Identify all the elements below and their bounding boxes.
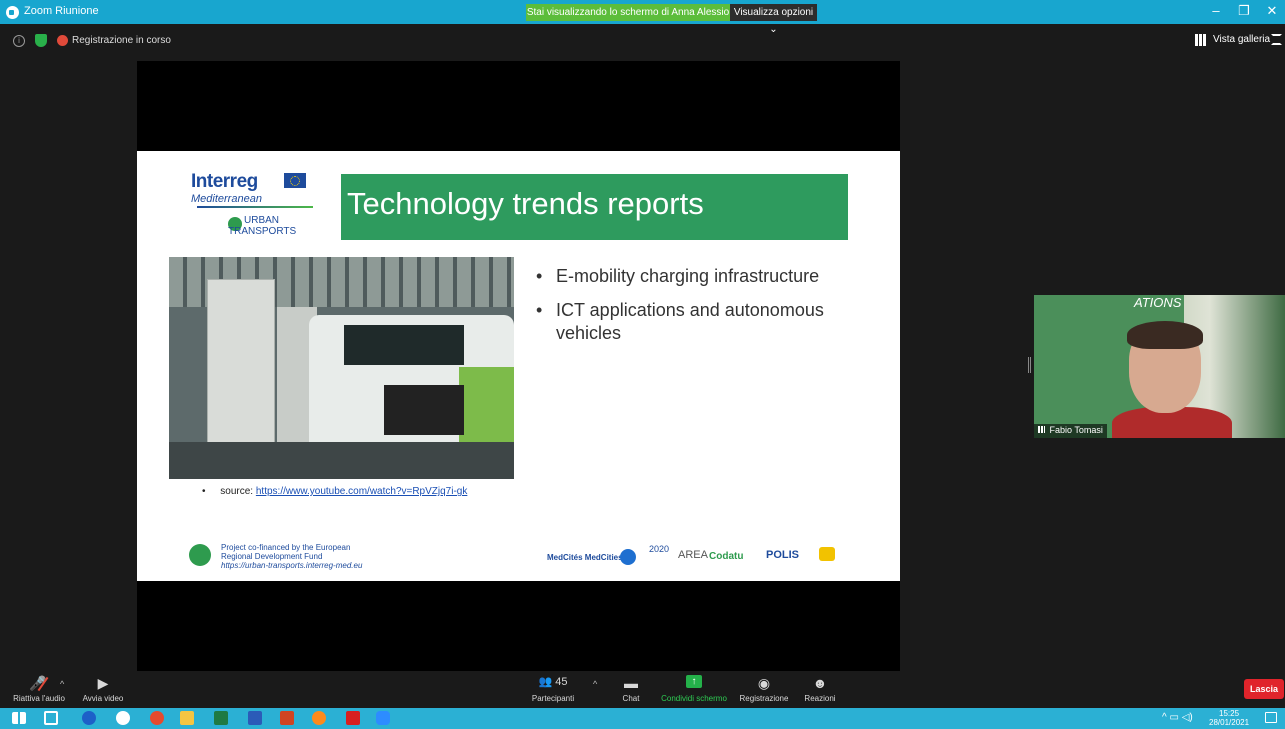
participant-name: Fabio Tomasi (1049, 425, 1103, 435)
partner-logos: MedCités MedCities 2020 AREA Codatu POLI… (547, 544, 847, 570)
polis-logo: POLIS (766, 549, 800, 561)
background-poster-text: ATIONS (1134, 295, 1182, 310)
browser-icon[interactable] (116, 711, 130, 725)
acrobat-icon[interactable] (346, 711, 360, 725)
zoom-meeting-window: Zoom Riunione Stai visualizzando lo sche… (0, 0, 1285, 729)
participant-video-tile[interactable]: ATIONS Fabio Tomasi (1034, 295, 1285, 438)
recording-dot-icon (57, 35, 68, 46)
zoom-taskbar-icon[interactable] (376, 711, 390, 725)
chat-button[interactable]: ▬ Chat (612, 671, 650, 708)
transports-logo-text: TRANSPORTS (228, 226, 297, 237)
interreg-logo-text: Interreg (191, 171, 258, 192)
partner-2020-logo: 2020 (649, 544, 670, 554)
panel-resize-handle[interactable] (1028, 357, 1031, 373)
codatu-logo: Codatu (709, 551, 744, 562)
cofinanced-line-2: Regional Development Fund (221, 552, 323, 561)
excel-icon[interactable] (214, 711, 228, 725)
cofinanced-url: https://urban-transports.interreg-med.eu (221, 561, 363, 570)
meeting-info-icon[interactable]: i (13, 35, 25, 47)
signal-strength-icon (1038, 426, 1045, 433)
view-options-button[interactable]: Visualizza opzioni ⌄ (730, 4, 817, 35)
slide-title: Technology trends reports (347, 186, 704, 221)
clock-date: 28/01/2021 (1209, 718, 1250, 727)
meeting-toolbar: 🎤 Riattiva l'audio ^ ▶ Avvia video 👥 45 … (0, 671, 1285, 708)
participants-icon: 👥 (538, 676, 553, 688)
start-video-button[interactable]: ▶ Avvia video (78, 671, 128, 708)
participants-button[interactable]: 👥 45 Partecipanti (528, 671, 578, 708)
gallery-view-label: Vista galleria (1213, 34, 1271, 45)
zoom-app-icon (6, 6, 19, 19)
system-tray-icons[interactable]: ^ ▭ ◁) (1162, 712, 1193, 723)
powerpoint-icon[interactable] (280, 711, 294, 725)
fullscreen-icon[interactable] (1271, 34, 1282, 45)
close-button[interactable]: ✕ (1262, 3, 1282, 19)
reactions-button[interactable]: ☻ Reazioni (798, 671, 842, 708)
source-link[interactable]: https://www.youtube.com/watch?v=RpVZjq7i… (256, 486, 467, 497)
share-screen-label: Condividi schermo (661, 694, 727, 703)
minimize-button[interactable]: – (1206, 3, 1226, 18)
source-prefix: source: (220, 486, 254, 497)
taskbar-clock[interactable]: 15:25 28/01/2021 (1209, 709, 1249, 727)
share-screen-icon: ↑ (686, 675, 702, 688)
title-bar: Zoom Riunione Stai visualizzando lo sche… (0, 0, 1285, 35)
participants-count: 45 (555, 676, 568, 688)
record-button[interactable]: ◉ Registrazione (736, 671, 792, 708)
start-video-label: Avvia video (82, 694, 124, 703)
chat-bubble-icon: ▬ (624, 675, 638, 691)
file-explorer-icon[interactable] (180, 711, 194, 725)
chat-label: Chat (622, 694, 640, 703)
cofinanced-note: Project co-financed by the European Regi… (221, 543, 411, 570)
partner-circle-logo (620, 549, 636, 565)
participants-options-caret[interactable]: ^ (593, 679, 597, 689)
urban-logo-text: URBAN (244, 215, 280, 226)
logo-swoosh (197, 206, 313, 208)
eu-flag-icon (284, 173, 306, 188)
partner-yellow-logo (819, 547, 835, 561)
mediterranean-logo-text: Mediterranean (191, 193, 262, 205)
restore-button[interactable]: ❐ (1234, 3, 1254, 19)
bullet-text: E-mobility charging infrastructure (556, 266, 820, 286)
window-title: Zoom Riunione (24, 5, 99, 17)
notification-center-icon[interactable] (1265, 712, 1277, 723)
shared-screen: Interreg Mediterranean URBAN TRANSPORTS … (137, 61, 900, 671)
leave-meeting-button[interactable]: Lascia (1244, 679, 1284, 699)
area-logo: AREA (678, 549, 708, 561)
grid-icon (1195, 34, 1207, 46)
word-icon[interactable] (248, 711, 262, 725)
firefox-icon[interactable] (312, 711, 326, 725)
windows-taskbar: ^ ▭ ◁) 15:25 28/01/2021 (0, 708, 1285, 729)
screen-share-banner: Stai visualizzando lo schermo di Anna Al… (526, 4, 730, 21)
medcities-logo: MedCités MedCities (547, 553, 623, 562)
windows-start-icon[interactable] (12, 712, 26, 724)
security-shield-icon[interactable] (35, 34, 47, 47)
project-logo-icon (189, 544, 211, 566)
share-screen-button[interactable]: ↑ Condividi schermo (658, 671, 730, 708)
clock-time: 15:25 (1219, 709, 1240, 718)
record-icon: ◉ (757, 675, 771, 691)
reactions-label: Reazioni (804, 694, 836, 703)
source-citation: • source: https://www.youtube.com/watch?… (202, 486, 468, 497)
audio-options-caret[interactable]: ^ (60, 679, 64, 689)
slide-bullet-list: • E-mobility charging infrastructure • I… (534, 265, 864, 356)
recording-status: Registrazione in corso (72, 35, 171, 46)
participants-label: Partecipanti (531, 694, 575, 703)
presentation-slide: Interreg Mediterranean URBAN TRANSPORTS … (137, 151, 900, 581)
gallery-view-button[interactable]: Vista galleria (1195, 32, 1271, 49)
participant-name-tag: Fabio Tomasi (1034, 424, 1107, 438)
chrome-icon[interactable] (150, 711, 164, 725)
bullet-item: • E-mobility charging infrastructure (536, 266, 820, 286)
bullet-item: • ICT applications and autonomous vehicl… (536, 300, 824, 343)
slide-title-band: Technology trends reports (341, 174, 848, 240)
task-view-icon[interactable] (44, 711, 58, 725)
camera-off-icon: ▶ (97, 675, 109, 691)
reaction-emoji-icon: ☻ (812, 675, 828, 691)
edge-icon[interactable] (82, 711, 96, 725)
bullet-text: ICT applications and autonomous vehicles (556, 300, 824, 343)
bus-charging-photo (169, 257, 514, 479)
unmute-button[interactable]: 🎤 Riattiva l'audio (8, 671, 70, 708)
cofinanced-line-1: Project co-financed by the European (221, 543, 351, 552)
unmute-label: Riattiva l'audio (13, 694, 65, 703)
record-label: Registrazione (739, 694, 789, 703)
